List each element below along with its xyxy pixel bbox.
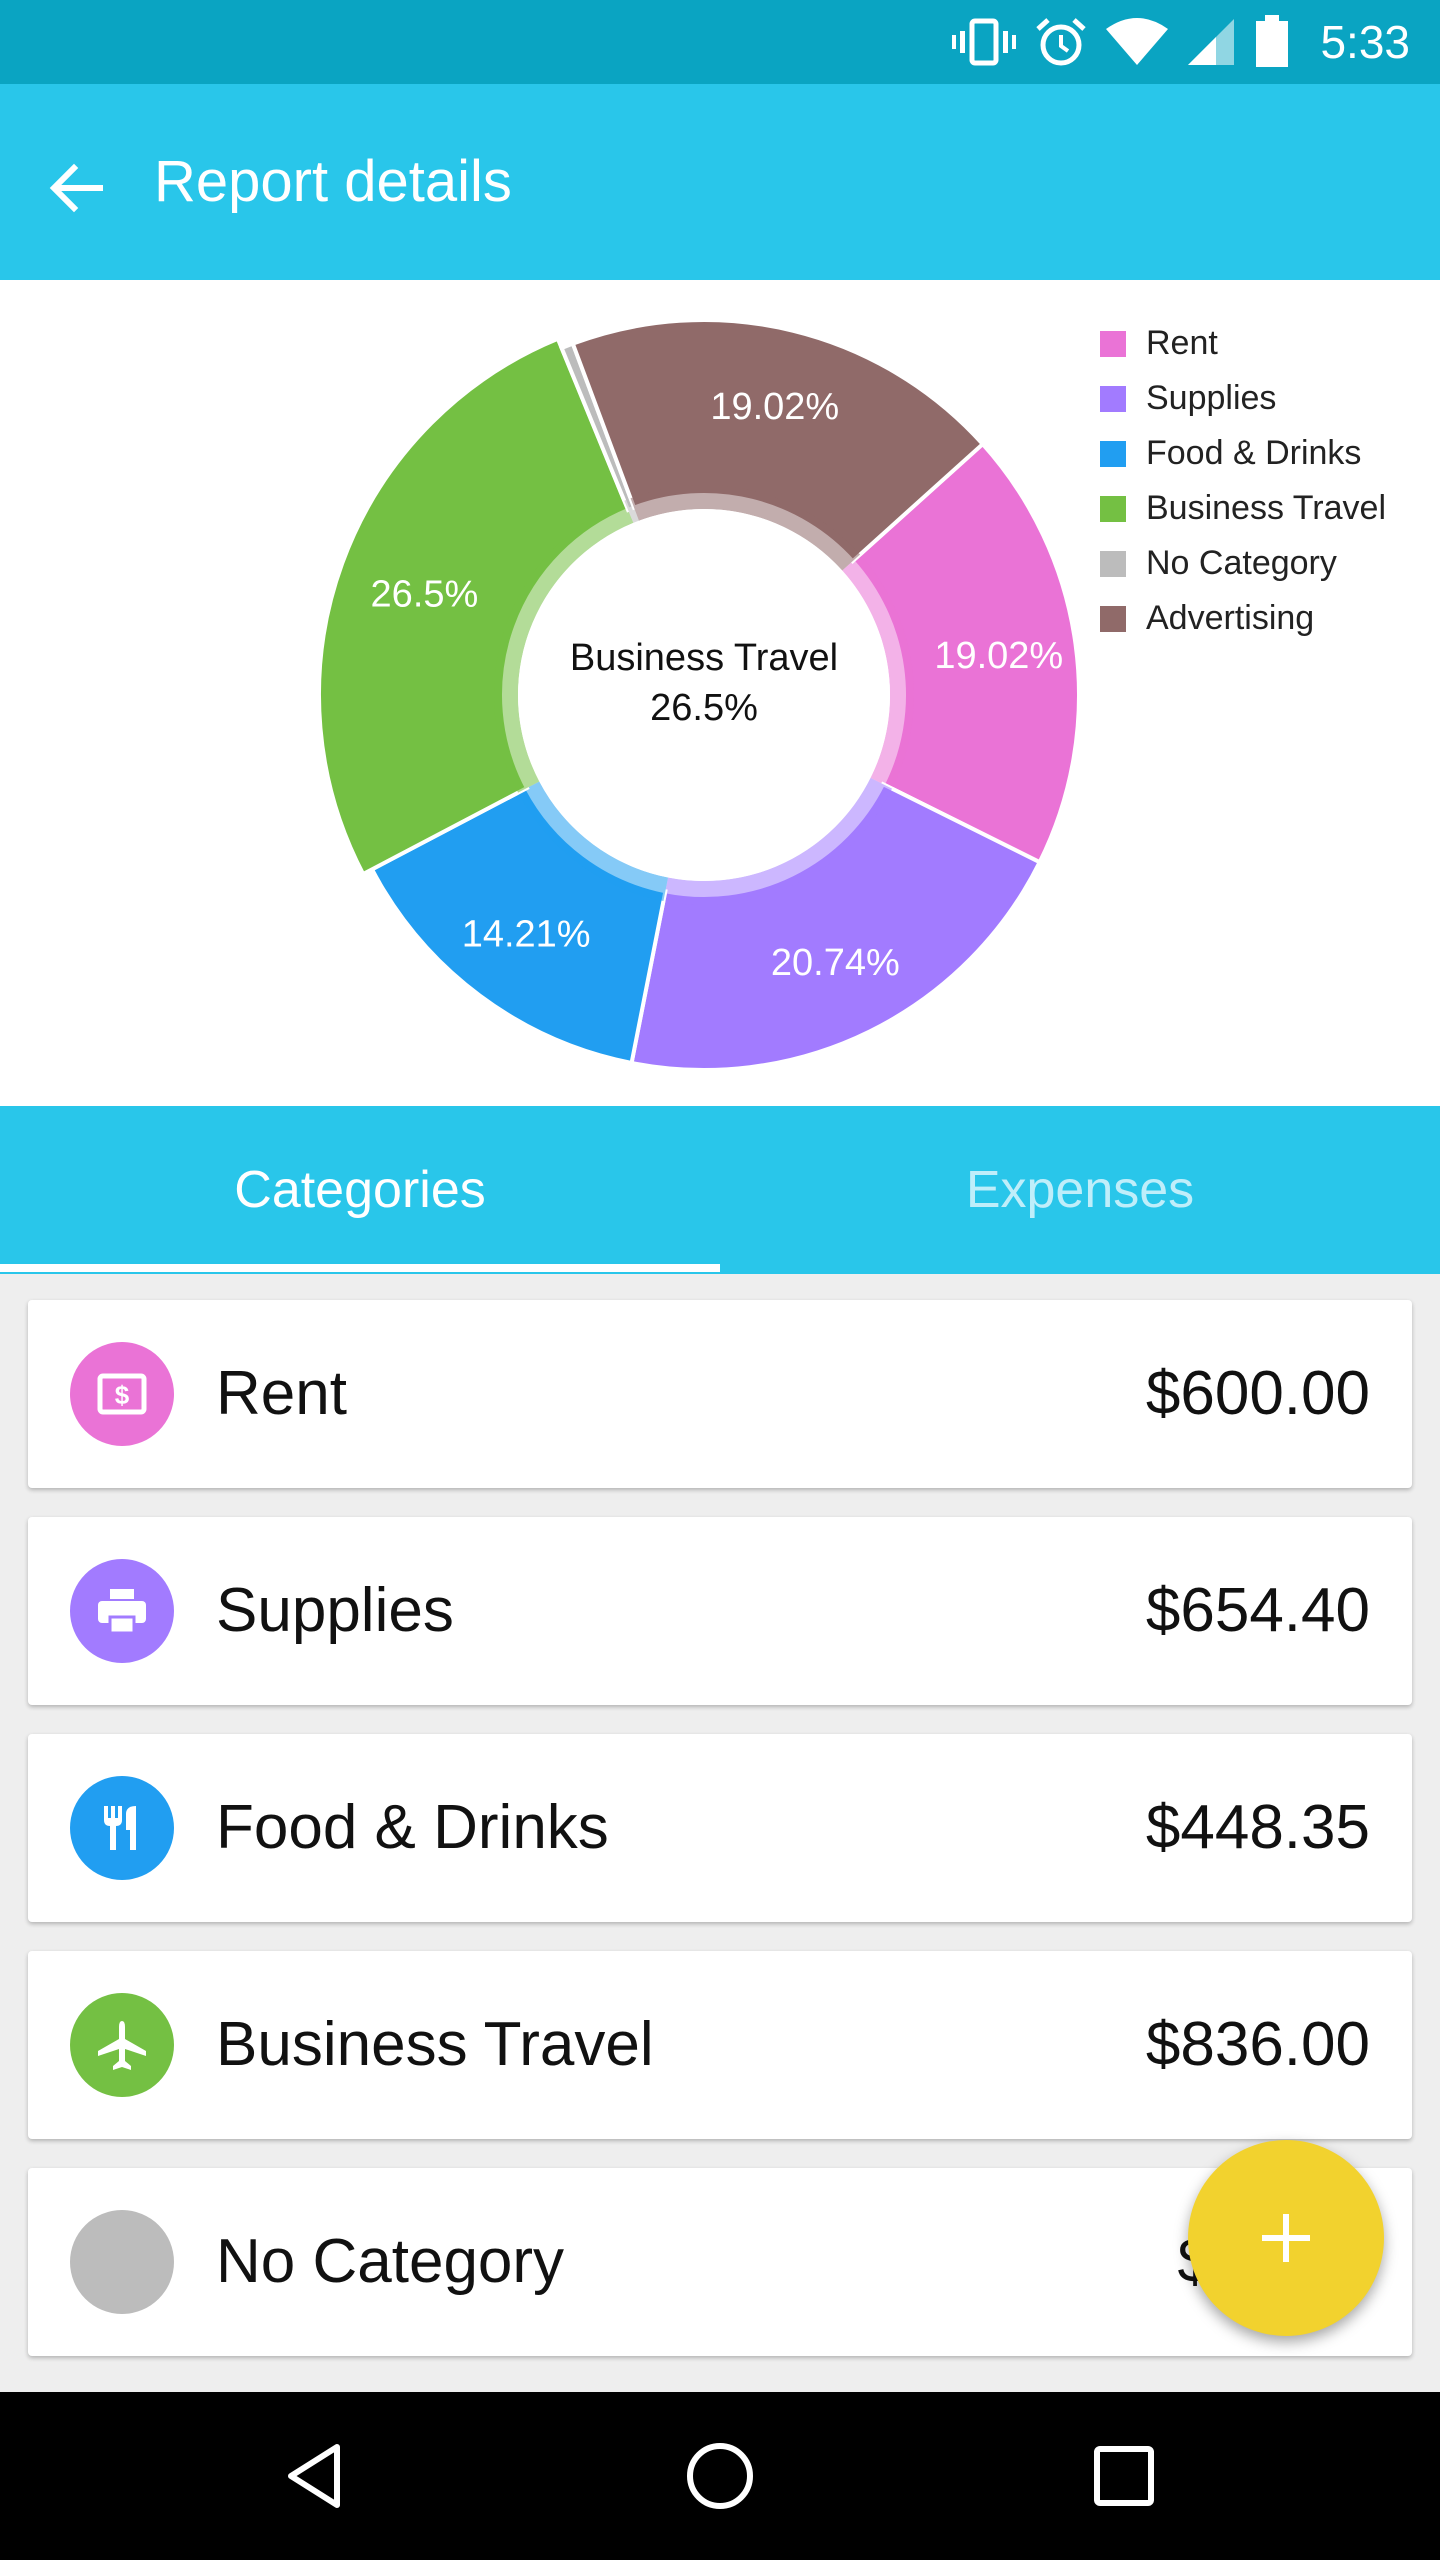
legend-label: Advertising [1146, 599, 1315, 637]
category-amount: $600.00 [1145, 1359, 1370, 1428]
legend-label: Supplies [1146, 379, 1277, 417]
chart-center-label: Business Travel [570, 637, 838, 679]
chart-center-value: 26.5% [650, 687, 758, 729]
category-icon-circle [70, 1993, 174, 2097]
tab-categories[interactable]: Categories [0, 1106, 720, 1274]
legend-item-supplies: Supplies [1100, 371, 1386, 426]
money-icon: $ [97, 1373, 147, 1415]
blank-circle-icon [70, 2210, 174, 2314]
status-icons [952, 14, 1290, 70]
status-bar: 5:33 [0, 0, 1440, 84]
category-name: Supplies [216, 1576, 454, 1645]
pie-label-advertising: 19.02% [710, 386, 839, 428]
legend-swatch [1100, 605, 1126, 632]
category-amount: $448.35 [1145, 1793, 1370, 1862]
tab-expenses[interactable]: Expenses [720, 1106, 1440, 1274]
vibrate-icon [952, 17, 1016, 67]
legend-label: No Category [1146, 544, 1337, 582]
nav-home-button[interactable] [670, 2426, 770, 2526]
alarm-icon [1034, 15, 1088, 69]
legend-swatch [1100, 440, 1126, 467]
legend-swatch [1100, 550, 1126, 577]
category-name: Business Travel [216, 2010, 654, 2079]
legend-swatch [1100, 385, 1126, 412]
home-circle-icon [687, 2443, 753, 2509]
category-icon-circle: $ [70, 1342, 174, 1446]
legend-item-rent: Rent [1100, 316, 1386, 371]
recents-square-icon [1094, 2446, 1154, 2506]
legend-swatch [1100, 495, 1126, 522]
chart-legend: Rent Supplies Food & Drinks Business Tra… [1100, 316, 1386, 646]
fork-knife-icon [104, 1806, 136, 1850]
list-item-supplies[interactable]: Supplies $654.40 [28, 1517, 1412, 1705]
pie-label-business-travel: 26.5% [371, 573, 479, 615]
list-item-rent[interactable]: $ Rent $600.00 [28, 1300, 1412, 1488]
battery-icon [1254, 15, 1290, 69]
legend-item-advertising: Advertising [1100, 591, 1386, 646]
list-item-business-travel[interactable]: Business Travel $836.00 [28, 1951, 1412, 2139]
pie-label-supplies: 20.74% [771, 942, 900, 984]
arrow-back-icon [49, 163, 103, 213]
legend-item-no-category: No Category [1100, 536, 1386, 591]
category-amount: $836.00 [1145, 2010, 1370, 2079]
nav-recents-button[interactable] [1074, 2426, 1174, 2526]
back-triangle-icon [288, 2444, 340, 2508]
category-name: No Category [216, 2227, 565, 2296]
nav-back-button[interactable] [266, 2426, 366, 2526]
list-item-food-drinks[interactable]: Food & Drinks $448.35 [28, 1734, 1412, 1922]
legend-label: Business Travel [1146, 489, 1386, 527]
legend-label: Rent [1146, 324, 1218, 362]
legend-label: Food & Drinks [1146, 434, 1362, 472]
legend-item-business-travel: Business Travel [1100, 481, 1386, 536]
wifi-icon [1106, 17, 1168, 67]
category-name: Rent [216, 1359, 347, 1428]
status-time: 5:33 [1320, 16, 1410, 68]
category-icon-circle [70, 1559, 174, 1663]
pie-label-food-drinks: 14.21% [462, 913, 591, 955]
category-amount: $654.40 [1145, 1576, 1370, 1645]
tab-indicator [0, 1264, 720, 1272]
add-fab-button[interactable] [1188, 2140, 1384, 2336]
printer-icon [98, 1589, 146, 1635]
back-button[interactable] [34, 146, 118, 230]
chart-area: 19.02% 20.74% 14.21% 26.5% 19.02% Business T… [0, 280, 1440, 1106]
category-name: Food & Drinks [216, 1793, 609, 1862]
plus-icon [1262, 2214, 1310, 2262]
legend-item-food-drinks: Food & Drinks [1100, 426, 1386, 481]
app-bar: Report details [0, 84, 1440, 280]
category-icon-circle [70, 1776, 174, 1880]
tab-bar: Categories Expenses [0, 1106, 1440, 1274]
signal-icon [1186, 17, 1236, 67]
legend-swatch [1100, 330, 1126, 357]
page-title: Report details [154, 149, 512, 214]
airplane-icon [98, 2021, 146, 2070]
pie-label-rent: 19.02% [934, 635, 1063, 677]
svg-text:$: $ [115, 1380, 130, 1410]
system-nav-bar [0, 2392, 1440, 2560]
